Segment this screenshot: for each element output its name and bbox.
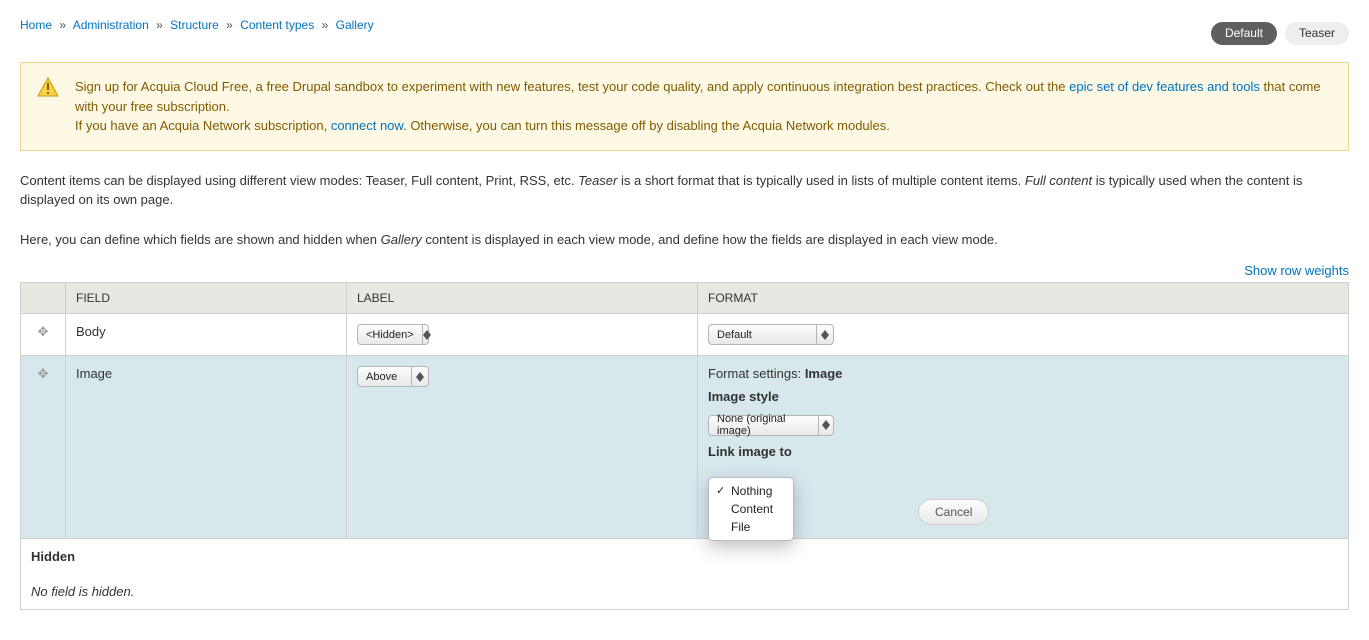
show-row-weights-link[interactable]: Show row weights [1244, 263, 1349, 278]
breadcrumb-link[interactable]: Home [20, 18, 52, 32]
tab-default[interactable]: Default [1211, 22, 1277, 45]
hidden-text: No field is hidden. [31, 584, 1338, 599]
description-text: Content items can be displayed using dif… [20, 171, 1349, 210]
message-link-features[interactable]: epic set of dev features and tools [1069, 79, 1260, 94]
dropdown-option-content[interactable]: Content [709, 500, 793, 518]
label-select-image[interactable]: Above [357, 366, 429, 387]
view-mode-tabs: Default Teaser [1211, 22, 1349, 45]
table-row-body: ✥ Body <Hidden> Default [21, 314, 1349, 356]
message-text: . Otherwise, you can turn this message o… [403, 118, 890, 133]
breadcrumb-link[interactable]: Gallery [336, 18, 374, 32]
format-select-body[interactable]: Default [708, 324, 834, 345]
cancel-button[interactable]: Cancel [918, 499, 989, 525]
format-settings-label: Format settings: [708, 366, 805, 381]
select-arrows-icon [818, 416, 833, 435]
link-image-to-dropdown[interactable]: Nothing Content File [708, 477, 794, 541]
breadcrumb-link[interactable]: Content types [240, 18, 314, 32]
breadcrumb-sep: » [322, 18, 329, 32]
link-image-to-label: Link image to [708, 444, 1338, 459]
status-message: Sign up for Acquia Cloud Free, a free Dr… [20, 62, 1349, 151]
drag-handle-icon[interactable]: ✥ [38, 366, 49, 381]
breadcrumb: Home » Administration » Structure » Cont… [20, 18, 1349, 32]
message-link-connect[interactable]: connect now [331, 118, 403, 133]
column-header-format: FORMAT [698, 283, 1349, 314]
table-row-image: ✥ Image Above Format settings: Image [21, 356, 1349, 539]
description-text: Here, you can define which fields are sh… [20, 230, 1349, 250]
message-text: Sign up for Acquia Cloud Free, a free Dr… [75, 79, 1069, 94]
image-style-select[interactable]: None (original image) [708, 415, 834, 436]
drag-handle-icon[interactable]: ✥ [38, 324, 49, 339]
field-name: Image [66, 356, 347, 539]
label-select-body[interactable]: <Hidden> [357, 324, 429, 345]
dropdown-option-nothing[interactable]: Nothing [709, 482, 793, 500]
image-style-label: Image style [708, 389, 1338, 404]
dropdown-option-file[interactable]: File [709, 518, 793, 536]
message-text: If you have an Acquia Network subscripti… [75, 118, 331, 133]
select-arrows-icon [411, 367, 428, 386]
select-arrows-icon [422, 325, 431, 344]
tab-teaser[interactable]: Teaser [1285, 22, 1349, 45]
select-arrows-icon [816, 325, 833, 344]
warning-icon [37, 77, 59, 103]
format-settings-value: Image [805, 366, 843, 381]
column-header-field: FIELD [66, 283, 347, 314]
field-name: Body [66, 314, 347, 356]
hidden-title: Hidden [31, 549, 1338, 564]
breadcrumb-sep: » [59, 18, 66, 32]
breadcrumb-link[interactable]: Administration [73, 18, 149, 32]
column-header-label: LABEL [347, 283, 698, 314]
breadcrumb-link[interactable]: Structure [170, 18, 219, 32]
column-header-drag [21, 283, 66, 314]
breadcrumb-sep: » [156, 18, 163, 32]
hidden-section: Hidden No field is hidden. [21, 538, 1349, 609]
fields-table: FIELD LABEL FORMAT ✥ Body <Hidden> [20, 282, 1349, 610]
breadcrumb-sep: » [226, 18, 233, 32]
